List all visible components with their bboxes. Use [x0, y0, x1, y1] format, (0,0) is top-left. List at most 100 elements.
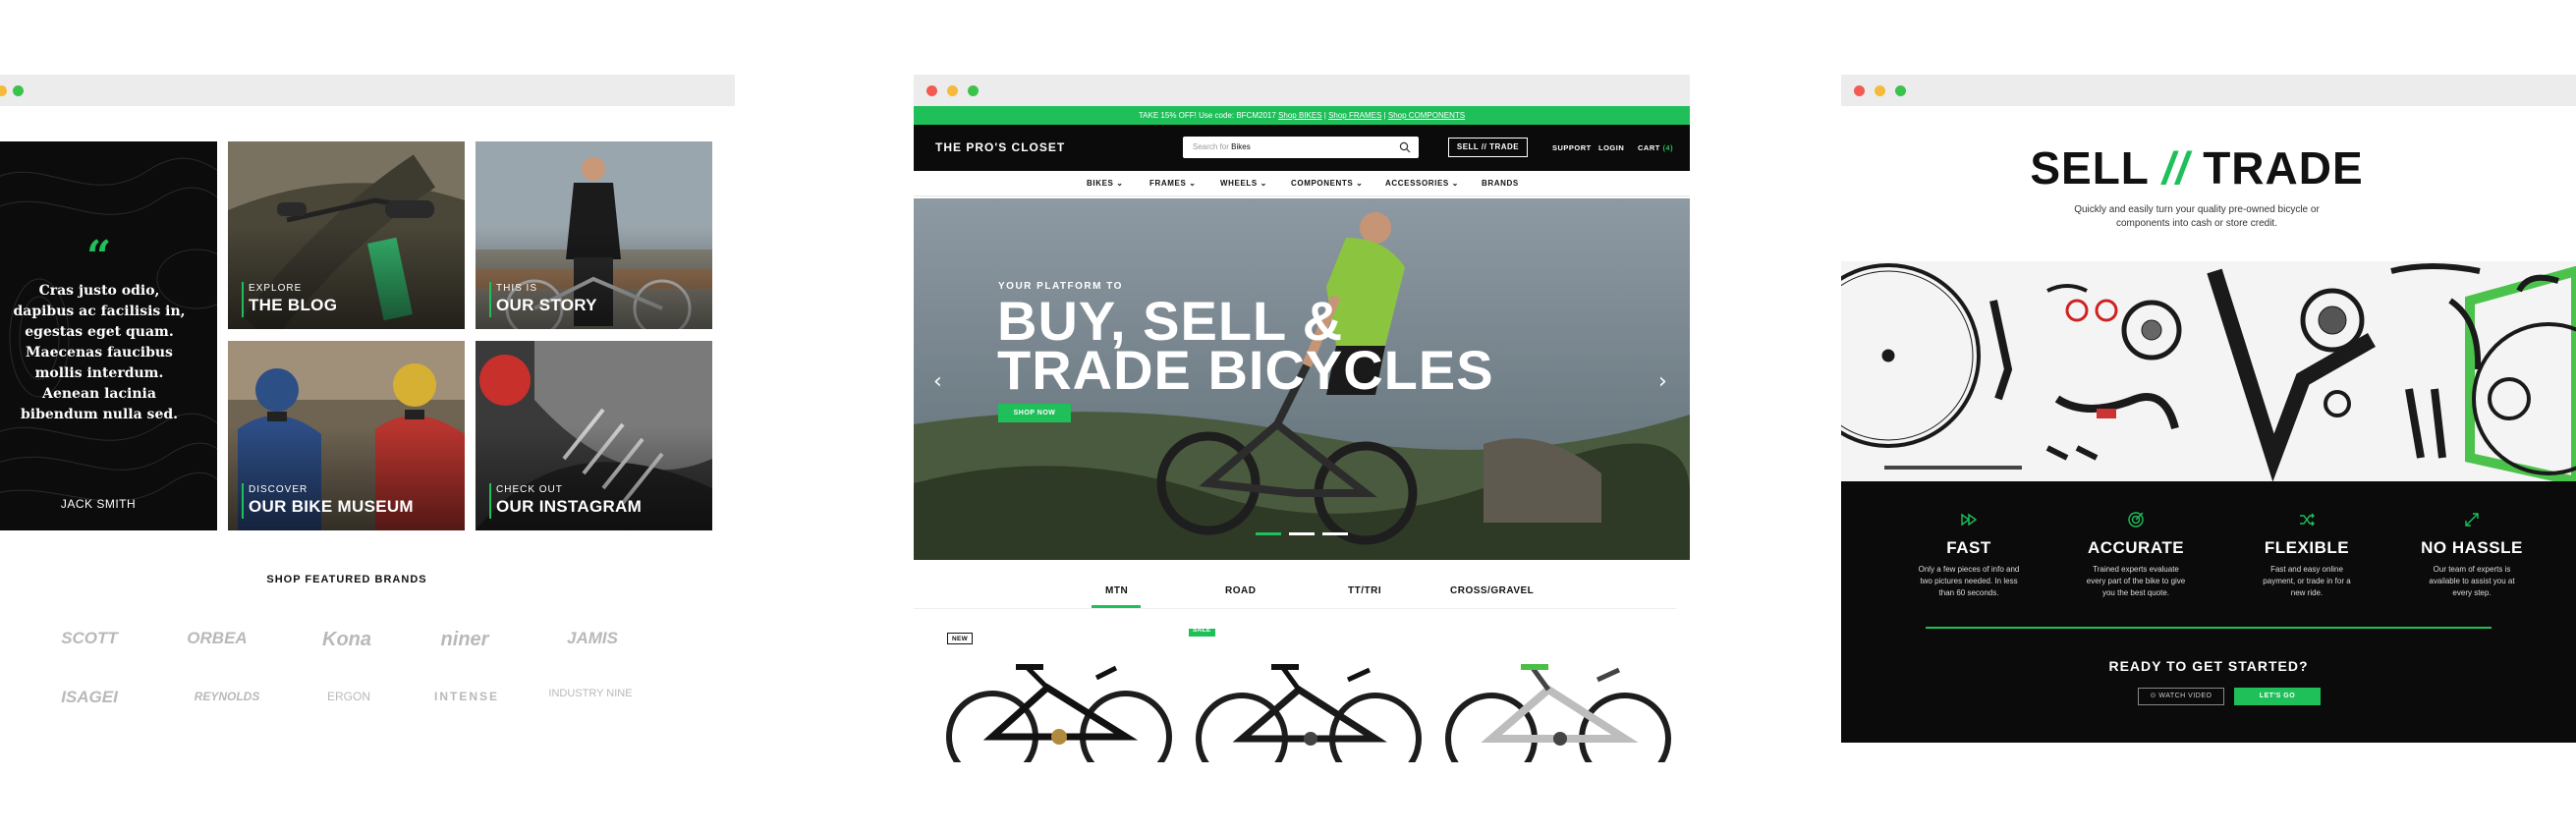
- product-bike-image: [1196, 664, 1422, 762]
- promo-link-bikes[interactable]: Shop BIKES: [1278, 111, 1321, 120]
- accent-bar: [489, 483, 491, 519]
- category-label: BIKES: [1087, 179, 1114, 188]
- main-navbar: THE PRO'S CLOSET Search for Bikes SELL /…: [914, 125, 1690, 171]
- browser-window-left: “ Cras justo odio, dapibus ac facilisis …: [0, 75, 735, 762]
- chevron-down-icon: ⌄: [1189, 179, 1197, 188]
- brand-logo-intense[interactable]: INTENSE: [413, 690, 521, 703]
- feature-title: NO HASSLE: [2421, 538, 2523, 557]
- testimonial-panel: “ Cras justo odio, dapibus ac facilisis …: [0, 141, 217, 530]
- feature-no-hassle: NO HASSLE Our team of experts is availab…: [2413, 511, 2531, 599]
- tile-title: THE BLOG: [249, 296, 338, 314]
- category-frames[interactable]: FRAMES ⌄: [1149, 179, 1197, 188]
- title-word: TRADE: [2203, 142, 2364, 194]
- shop-now-button[interactable]: SHOP NOW: [998, 404, 1071, 422]
- fast-forward-icon: [1961, 513, 1978, 527]
- category-nav: BIKES ⌄ FRAMES ⌄ WHEELS ⌄ COMPONENTS ⌄ A…: [914, 171, 1690, 196]
- search-placeholder: Search for: [1193, 142, 1229, 151]
- browser-window-center: TAKE 15% OFF! Use code: BFCM2017 Shop BI…: [914, 75, 1690, 762]
- feature-text: Fast and easy online payment, or trade i…: [2263, 565, 2351, 597]
- tab-road[interactable]: ROAD: [1225, 585, 1256, 596]
- title-bar: [0, 75, 735, 106]
- login-link[interactable]: LOGIN: [1598, 143, 1624, 152]
- brand-logo-jamis[interactable]: JAMIS: [538, 629, 646, 648]
- maximize-dot[interactable]: [968, 85, 979, 96]
- product-card[interactable]: [1438, 629, 1678, 762]
- tile-title: OUR INSTAGRAM: [496, 497, 643, 516]
- site-logo[interactable]: THE PRO'S CLOSET: [935, 140, 1065, 154]
- hero-carousel: YOUR PLATFORM TO BUY, SELL & TRADE BICYC…: [914, 198, 1690, 560]
- tab-mtn[interactable]: MTN: [1105, 585, 1128, 596]
- title-word: SELL: [2030, 142, 2150, 194]
- title-bar: [914, 75, 1690, 106]
- product-card[interactable]: SALE: [1189, 629, 1428, 762]
- sell-trade-button[interactable]: SELL // TRADE: [1448, 138, 1528, 157]
- arrows-icon: [2465, 513, 2479, 527]
- brand-logo-orbea[interactable]: ORBEA: [163, 629, 271, 648]
- chevron-down-icon: ⌄: [1451, 179, 1459, 188]
- bike-parts-image: [1841, 261, 2576, 481]
- minimize-dot[interactable]: [0, 85, 7, 96]
- tile-instagram[interactable]: CHECK OUT OUR INSTAGRAM: [476, 341, 712, 530]
- category-brands[interactable]: BRANDS: [1482, 179, 1519, 188]
- minimize-dot[interactable]: [1875, 85, 1885, 96]
- brand-logo-niner[interactable]: niner: [411, 629, 519, 651]
- promo-separator: |: [1323, 111, 1326, 120]
- tab-tt-tri[interactable]: TT/TRI: [1348, 585, 1381, 596]
- browser-window-right: SELL // TRADE Quickly and easily turn yo…: [1841, 75, 2576, 743]
- support-link[interactable]: SUPPORT: [1552, 143, 1592, 152]
- tabs-divider: [914, 608, 1676, 609]
- watch-video-button[interactable]: ⊙ WATCH VIDEO: [2138, 688, 2224, 705]
- cart-count: (4): [1662, 143, 1674, 152]
- watch-video-label: WATCH VIDEO: [2158, 693, 2212, 699]
- lets-go-button[interactable]: LET'S GO: [2234, 688, 2321, 705]
- product-card[interactable]: NEW: [939, 629, 1179, 762]
- accent-bar: [242, 483, 244, 519]
- close-dot[interactable]: [1854, 85, 1865, 96]
- search-input[interactable]: Search for Bikes: [1183, 137, 1419, 158]
- feature-text: Our team of experts is available to assi…: [2429, 565, 2515, 597]
- hero-title-line: TRADE BICYCLES: [997, 339, 1494, 401]
- carousel-indicator[interactable]: [1322, 532, 1348, 535]
- brand-logo-isagei[interactable]: ISAGEI: [35, 688, 143, 707]
- maximize-dot[interactable]: [1895, 85, 1906, 96]
- category-label: FRAMES: [1149, 179, 1187, 188]
- brand-logo-reynolds[interactable]: REYNOLDS: [173, 690, 281, 703]
- product-bike-image: [946, 664, 1172, 762]
- search-icon[interactable]: [1399, 141, 1411, 153]
- carousel-indicator[interactable]: [1289, 532, 1315, 535]
- brand-logo-ergon[interactable]: ERGON: [295, 690, 403, 703]
- tile-story[interactable]: THIS IS OUR STORY: [476, 141, 712, 329]
- carousel-indicator[interactable]: [1256, 532, 1281, 535]
- testimonial-text: Cras justo odio, dapibus ac facilisis in…: [13, 283, 186, 422]
- category-accessories[interactable]: ACCESSORIES ⌄: [1385, 179, 1459, 188]
- tile-museum[interactable]: DISCOVER OUR BIKE MUSEUM: [228, 341, 465, 530]
- brand-logo-scott[interactable]: SCOTT: [35, 629, 143, 648]
- brand-logo-kona[interactable]: Kona: [293, 629, 401, 651]
- search-value: Bikes: [1231, 142, 1251, 151]
- product-bike-image: [1445, 664, 1671, 762]
- tile-kicker: CHECK OUT: [496, 484, 563, 495]
- maximize-dot[interactable]: [13, 85, 24, 96]
- brand-logo-industry-nine[interactable]: INDUSTRY NINE: [536, 688, 644, 699]
- feature-text: Only a few pieces of info and two pictur…: [1918, 565, 2020, 597]
- minimize-dot[interactable]: [947, 85, 958, 96]
- featured-brands-heading: SHOP FEATURED BRANDS: [266, 574, 427, 585]
- category-label: ACCESSORIES: [1385, 179, 1449, 188]
- category-bikes[interactable]: BIKES ⌄: [1087, 179, 1124, 188]
- promo-link-frames[interactable]: Shop FRAMES: [1328, 111, 1381, 120]
- category-wheels[interactable]: WHEELS ⌄: [1220, 179, 1267, 188]
- tile-blog[interactable]: EXPLORE THE BLOG: [228, 141, 465, 329]
- category-tabs: MTN ROAD TT/TRI CROSS/GRAVEL: [914, 578, 1690, 615]
- tab-cross-gravel[interactable]: CROSS/GRAVEL: [1450, 585, 1534, 596]
- cart-link[interactable]: CART (4): [1638, 143, 1673, 152]
- feature-fast: FAST Only a few pieces of info and two p…: [1910, 511, 2028, 599]
- tile-kicker: THIS IS: [496, 283, 538, 294]
- close-dot[interactable]: [926, 85, 937, 96]
- promo-link-components[interactable]: Shop COMPONENTS: [1388, 111, 1465, 120]
- shuffle-icon: [2300, 513, 2315, 527]
- carousel-next-icon[interactable]: ›: [1658, 369, 1667, 394]
- cart-label: CART: [1638, 143, 1660, 152]
- carousel-prev-icon[interactable]: ‹: [933, 369, 942, 394]
- category-components[interactable]: COMPONENTS ⌄: [1291, 179, 1363, 188]
- feature-accurate: ACCURATE Trained experts evaluate every …: [2077, 511, 2195, 599]
